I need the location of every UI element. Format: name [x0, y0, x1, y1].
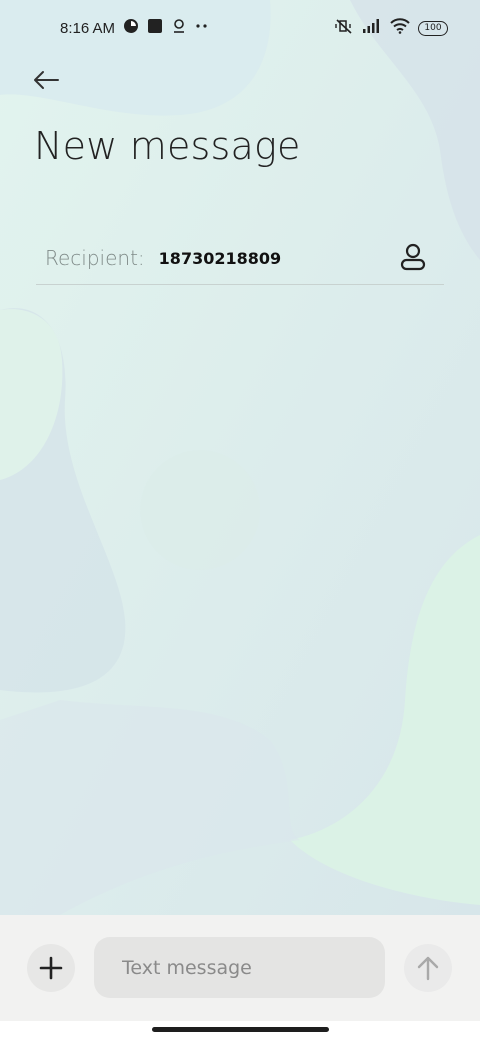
message-input[interactable]	[94, 937, 385, 998]
arrow-left-icon	[34, 71, 59, 89]
plus-icon	[39, 956, 63, 980]
arrow-up-icon	[417, 956, 439, 981]
navigation-bar	[0, 1021, 480, 1040]
wifi-icon	[390, 18, 410, 38]
person-icon	[400, 243, 426, 271]
status-time: 8:16 AM	[60, 19, 116, 37]
status-bar: 8:16 AM 100	[0, 0, 480, 56]
recipient-field[interactable]: Recipient: 18730218809	[36, 232, 444, 285]
compose-bar	[0, 915, 480, 1021]
location-icon	[171, 18, 187, 38]
mute-vibrate-icon	[334, 17, 354, 39]
signal-icon	[362, 18, 382, 38]
recipient-value[interactable]: 18730218809	[159, 249, 281, 268]
add-attachment-button[interactable]	[27, 944, 75, 992]
square-app-icon	[147, 18, 163, 38]
battery-indicator: 100	[418, 20, 448, 36]
more-dots-icon	[195, 18, 209, 38]
status-left: 8:16 AM	[60, 18, 209, 38]
status-right: 100	[334, 17, 448, 39]
page-title: New message	[34, 124, 301, 168]
recipient-label: Recipient:	[45, 246, 145, 270]
pick-contact-button[interactable]	[396, 240, 430, 274]
vpn-icon	[123, 18, 139, 38]
home-indicator[interactable]	[152, 1027, 329, 1032]
back-button[interactable]	[28, 62, 64, 98]
send-button[interactable]	[404, 944, 452, 992]
